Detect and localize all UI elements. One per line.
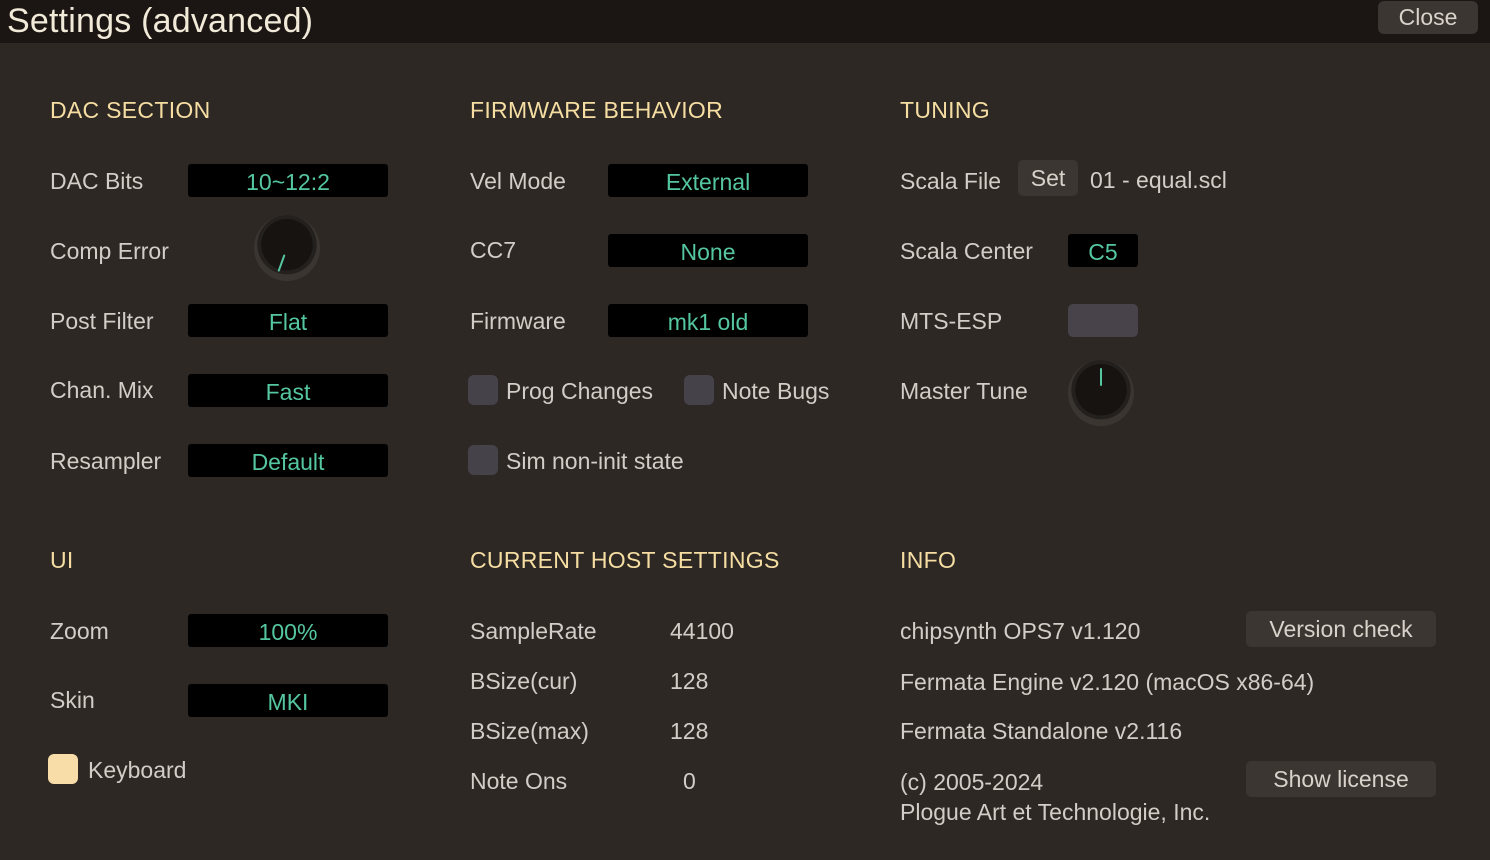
skin-label: Skin	[50, 687, 95, 713]
skin-select[interactable]: MKI	[188, 684, 388, 717]
firmware-label: Firmware	[470, 308, 566, 334]
master-tune-label: Master Tune	[900, 378, 1028, 404]
chan-mix-select[interactable]: Fast	[188, 374, 388, 407]
version-check-button[interactable]: Version check	[1246, 611, 1436, 647]
scala-file-label: Scala File	[900, 168, 1001, 194]
resampler-select[interactable]: Default	[188, 444, 388, 477]
host-row-label: BSize(cur)	[470, 668, 578, 694]
close-button[interactable]: Close	[1378, 1, 1478, 34]
dac-bits-label: DAC Bits	[50, 168, 144, 194]
note-bugs-checkbox[interactable]	[684, 375, 714, 405]
host-row-label: Note Ons	[470, 768, 568, 794]
comp-error-knob-icon[interactable]	[254, 215, 320, 281]
info-section-header: INFO	[900, 547, 957, 573]
vel-mode-select[interactable]: External	[608, 164, 808, 197]
scala-center-select[interactable]: C5	[1068, 234, 1138, 267]
host-section-header: CURRENT HOST SETTINGS	[470, 547, 780, 573]
company-name: Plogue Art et Technologie, Inc.	[900, 799, 1211, 825]
product-version: chipsynth OPS7 v1.120	[900, 618, 1141, 644]
keyboard-checkbox[interactable]	[48, 754, 78, 784]
prog-changes-checkbox[interactable]	[468, 375, 498, 405]
copyright-text: (c) 2005-2024	[900, 769, 1044, 795]
chan-mix-label: Chan. Mix	[50, 377, 154, 403]
window-title: Settings (advanced)	[7, 2, 314, 40]
scala-file-value: 01 - equal.scl	[1090, 167, 1227, 193]
show-license-button[interactable]: Show license	[1246, 761, 1436, 797]
host-row-value: 44100	[670, 618, 734, 644]
host-row-label: BSize(max)	[470, 718, 589, 744]
knob-indicator	[277, 254, 286, 272]
zoom-select[interactable]: 100%	[188, 614, 388, 647]
tuning-section-header: TUNING	[900, 97, 990, 123]
comp-error-label: Comp Error	[50, 238, 169, 264]
engine-version: Fermata Engine v2.120 (macOS x86-64)	[900, 669, 1315, 695]
knob-indicator	[1100, 368, 1102, 386]
host-row-label: SampleRate	[470, 618, 597, 644]
zoom-label: Zoom	[50, 618, 109, 644]
scala-center-label: Scala Center	[900, 238, 1033, 264]
resampler-label: Resampler	[50, 448, 162, 474]
cc7-select[interactable]: None	[608, 234, 808, 267]
note-bugs-label: Note Bugs	[722, 378, 830, 404]
vel-mode-label: Vel Mode	[470, 168, 566, 194]
mts-esp-label: MTS-ESP	[900, 308, 1003, 334]
post-filter-label: Post Filter	[50, 308, 154, 334]
mts-esp-status[interactable]	[1068, 304, 1138, 337]
cc7-label: CC7	[470, 237, 517, 263]
dac-section-header: DAC SECTION	[50, 97, 211, 123]
host-row-value: 128	[670, 718, 709, 744]
sim-non-init-label: Sim non-init state	[506, 448, 684, 474]
dac-bits-select[interactable]: 10~12:2	[188, 164, 388, 197]
firmware-section-header: FIRMWARE BEHAVIOR	[470, 97, 724, 123]
prog-changes-label: Prog Changes	[506, 378, 654, 404]
host-row-value: 0	[683, 768, 696, 794]
standalone-version: Fermata Standalone v2.116	[900, 718, 1183, 744]
title-bar: Settings (advanced) Close	[0, 0, 1490, 43]
master-tune-knob-icon[interactable]	[1068, 360, 1134, 426]
scala-set-button[interactable]: Set	[1018, 160, 1078, 196]
keyboard-label: Keyboard	[88, 757, 187, 783]
ui-section-header: UI	[50, 547, 74, 573]
post-filter-select[interactable]: Flat	[188, 304, 388, 337]
host-row-value: 128	[670, 668, 709, 694]
sim-non-init-checkbox[interactable]	[468, 445, 498, 475]
firmware-select[interactable]: mk1 old	[608, 304, 808, 337]
